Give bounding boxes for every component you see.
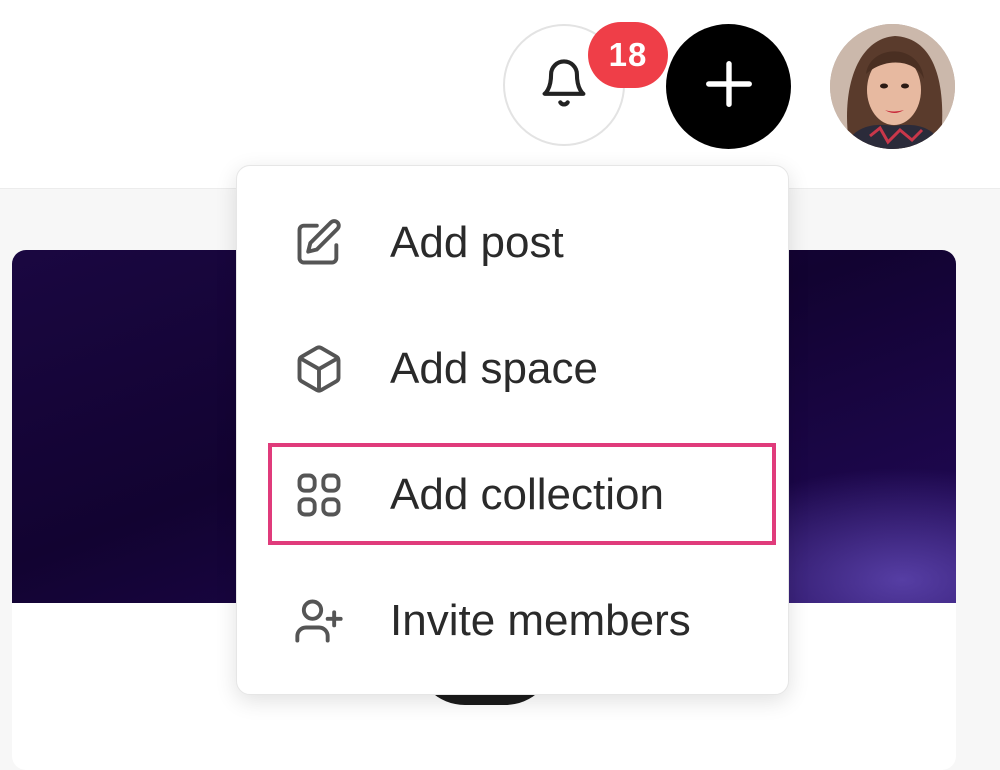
menu-item-label: Add collection xyxy=(390,470,664,519)
menu-item-add-post[interactable]: Add post xyxy=(237,198,790,288)
create-button[interactable] xyxy=(666,24,791,149)
top-bar: 18 xyxy=(0,0,1000,189)
menu-item-label: Invite members xyxy=(390,596,691,645)
grid-icon xyxy=(293,469,345,521)
menu-item-label: Add post xyxy=(390,218,564,267)
menu-item-add-space[interactable]: Add space xyxy=(237,324,790,414)
menu-item-invite-members[interactable]: Invite members xyxy=(237,576,790,666)
notification-count-badge: 18 xyxy=(588,22,668,88)
menu-item-add-collection[interactable]: Add collection xyxy=(237,450,790,540)
menu-item-label: Add space xyxy=(390,344,598,393)
bell-icon xyxy=(538,55,590,116)
edit-icon xyxy=(293,217,345,269)
cube-icon xyxy=(293,343,345,395)
user-plus-icon xyxy=(293,595,345,647)
plus-icon xyxy=(702,57,756,116)
create-menu: Add post Add space Add collection Invite… xyxy=(236,165,789,695)
user-avatar[interactable] xyxy=(830,24,955,149)
